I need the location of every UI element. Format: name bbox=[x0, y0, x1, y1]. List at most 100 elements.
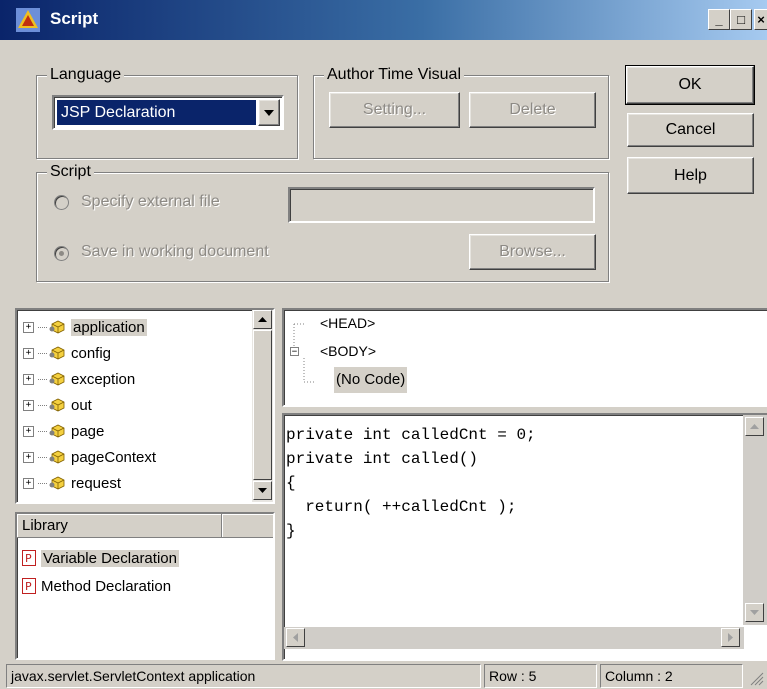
delete-button[interactable]: Delete bbox=[469, 92, 596, 128]
code-horizontal-scrollbar[interactable] bbox=[284, 627, 744, 649]
resize-grip-icon[interactable] bbox=[748, 670, 764, 686]
code-line: { bbox=[286, 474, 296, 492]
setting-button[interactable]: Setting... bbox=[329, 92, 460, 128]
arrow-down-icon bbox=[750, 609, 759, 615]
library-item-0[interactable]: P Variable Declaration bbox=[22, 544, 262, 572]
tree-connector bbox=[38, 456, 47, 458]
object-icon bbox=[49, 398, 65, 412]
expand-icon[interactable]: + bbox=[23, 373, 34, 385]
close-button[interactable]: × bbox=[754, 9, 767, 30]
tree-item-0[interactable]: + application bbox=[23, 314, 247, 340]
svg-text:P: P bbox=[25, 552, 32, 565]
object-icon bbox=[49, 372, 65, 386]
svg-text:P: P bbox=[25, 580, 32, 593]
code-scroll-down-button[interactable] bbox=[745, 603, 764, 622]
code-line: private int called() bbox=[286, 450, 479, 468]
arrow-right-icon bbox=[727, 633, 733, 642]
arrow-up-icon bbox=[750, 423, 759, 429]
library-item-1[interactable]: P Method Declaration bbox=[22, 572, 262, 600]
scroll-down-button[interactable] bbox=[253, 481, 272, 500]
close-icon: × bbox=[757, 12, 765, 27]
status-column: Column : 2 bbox=[600, 664, 743, 688]
body-node[interactable]: <BODY> bbox=[320, 343, 376, 359]
language-label: Language bbox=[47, 66, 125, 84]
tree-item-5[interactable]: + pageContext bbox=[23, 444, 247, 470]
code-editor[interactable]: private int calledCnt = 0; private int ca… bbox=[282, 413, 767, 661]
code-vertical-scrollbar[interactable] bbox=[743, 415, 767, 625]
arrow-left-icon bbox=[292, 633, 298, 642]
expand-icon[interactable]: + bbox=[23, 451, 34, 463]
tree-item-3[interactable]: + out bbox=[23, 392, 247, 418]
script-app-icon bbox=[16, 8, 40, 32]
external-file-field[interactable] bbox=[288, 187, 595, 223]
tree-connector bbox=[38, 404, 47, 406]
window-title: Script bbox=[50, 9, 99, 28]
cancel-button[interactable]: Cancel bbox=[627, 113, 754, 147]
code-line: } bbox=[286, 522, 296, 540]
tree-connector bbox=[38, 378, 47, 380]
expand-icon[interactable]: + bbox=[23, 321, 34, 333]
code-text[interactable]: private int calledCnt = 0; private int ca… bbox=[286, 423, 536, 543]
language-selected-value: JSP Declaration bbox=[57, 100, 256, 125]
object-icon bbox=[49, 346, 65, 360]
tree-item-label: application bbox=[71, 318, 147, 336]
tree-connector bbox=[38, 430, 47, 432]
status-bar: javax.servlet.ServletContext application… bbox=[0, 664, 767, 689]
code-scroll-up-button[interactable] bbox=[745, 417, 764, 436]
tree-item-label: config bbox=[71, 344, 112, 362]
library-header-label: Library bbox=[22, 517, 68, 534]
browse-button[interactable]: Browse... bbox=[469, 234, 596, 270]
status-row: Row : 5 bbox=[484, 664, 597, 688]
tree-connector bbox=[38, 326, 47, 328]
tree-item-label: request bbox=[71, 474, 122, 492]
library-list: P Variable Declaration P Method Declaration bbox=[22, 544, 262, 600]
library-column-header-extra[interactable] bbox=[222, 514, 273, 538]
object-icon bbox=[49, 476, 65, 490]
tree-item-4[interactable]: + page bbox=[23, 418, 247, 444]
object-icon bbox=[49, 424, 65, 438]
collapse-icon[interactable]: − bbox=[290, 347, 299, 357]
minimize-icon: _ bbox=[715, 12, 723, 27]
expand-icon[interactable]: + bbox=[23, 399, 34, 411]
scroll-thumb[interactable] bbox=[253, 330, 272, 480]
tree-item-label: out bbox=[71, 396, 92, 414]
status-message: javax.servlet.ServletContext application bbox=[6, 664, 481, 688]
objects-tree-scrollbar[interactable] bbox=[252, 310, 273, 502]
no-code-node[interactable]: (No Code) bbox=[334, 367, 408, 393]
library-column-header[interactable]: Library bbox=[17, 514, 222, 538]
objects-tree-list: + application + config + exception + out + page + p… bbox=[23, 314, 247, 496]
expand-icon[interactable]: + bbox=[23, 477, 34, 489]
arrow-down-icon bbox=[258, 487, 267, 493]
specify-external-file-radio[interactable] bbox=[54, 195, 69, 210]
ok-button[interactable]: OK bbox=[625, 65, 755, 105]
library-panel[interactable]: Library P Variable Declaration P Method Dec… bbox=[15, 512, 275, 660]
scroll-up-button[interactable] bbox=[253, 310, 272, 329]
tree-item-2[interactable]: + exception bbox=[23, 366, 247, 392]
declaration-icon: P bbox=[22, 578, 36, 594]
arrow-up-icon bbox=[258, 316, 267, 322]
code-scroll-left-button[interactable] bbox=[286, 628, 305, 647]
language-dropdown-button[interactable] bbox=[258, 99, 280, 126]
code-line: return( ++calledCnt ); bbox=[286, 498, 517, 516]
title-bar[interactable]: Script _ □ × bbox=[0, 0, 767, 40]
tree-item-label: exception bbox=[71, 370, 136, 388]
tree-connector bbox=[38, 482, 47, 484]
script-group-label: Script bbox=[47, 163, 94, 181]
specify-external-file-label: Specify external file bbox=[81, 193, 220, 210]
maximize-button[interactable]: □ bbox=[730, 9, 752, 30]
code-scroll-right-button[interactable] bbox=[721, 628, 740, 647]
expand-icon[interactable]: + bbox=[23, 425, 34, 437]
object-icon bbox=[49, 320, 65, 334]
head-node[interactable]: <HEAD> bbox=[320, 315, 375, 331]
tree-item-1[interactable]: + config bbox=[23, 340, 247, 366]
minimize-button[interactable]: _ bbox=[708, 9, 730, 30]
chevron-down-icon bbox=[264, 109, 274, 116]
tree-item-6[interactable]: + request bbox=[23, 470, 247, 496]
language-select[interactable]: JSP Declaration bbox=[52, 95, 284, 130]
help-button[interactable]: Help bbox=[627, 157, 754, 194]
objects-tree[interactable]: + application + config + exception + out + page + p… bbox=[15, 308, 275, 504]
document-tree[interactable]: <HEAD> − <BODY> (No Code) bbox=[282, 308, 767, 407]
maximize-icon: □ bbox=[737, 12, 745, 27]
save-in-working-document-radio[interactable] bbox=[54, 246, 69, 261]
expand-icon[interactable]: + bbox=[23, 347, 34, 359]
